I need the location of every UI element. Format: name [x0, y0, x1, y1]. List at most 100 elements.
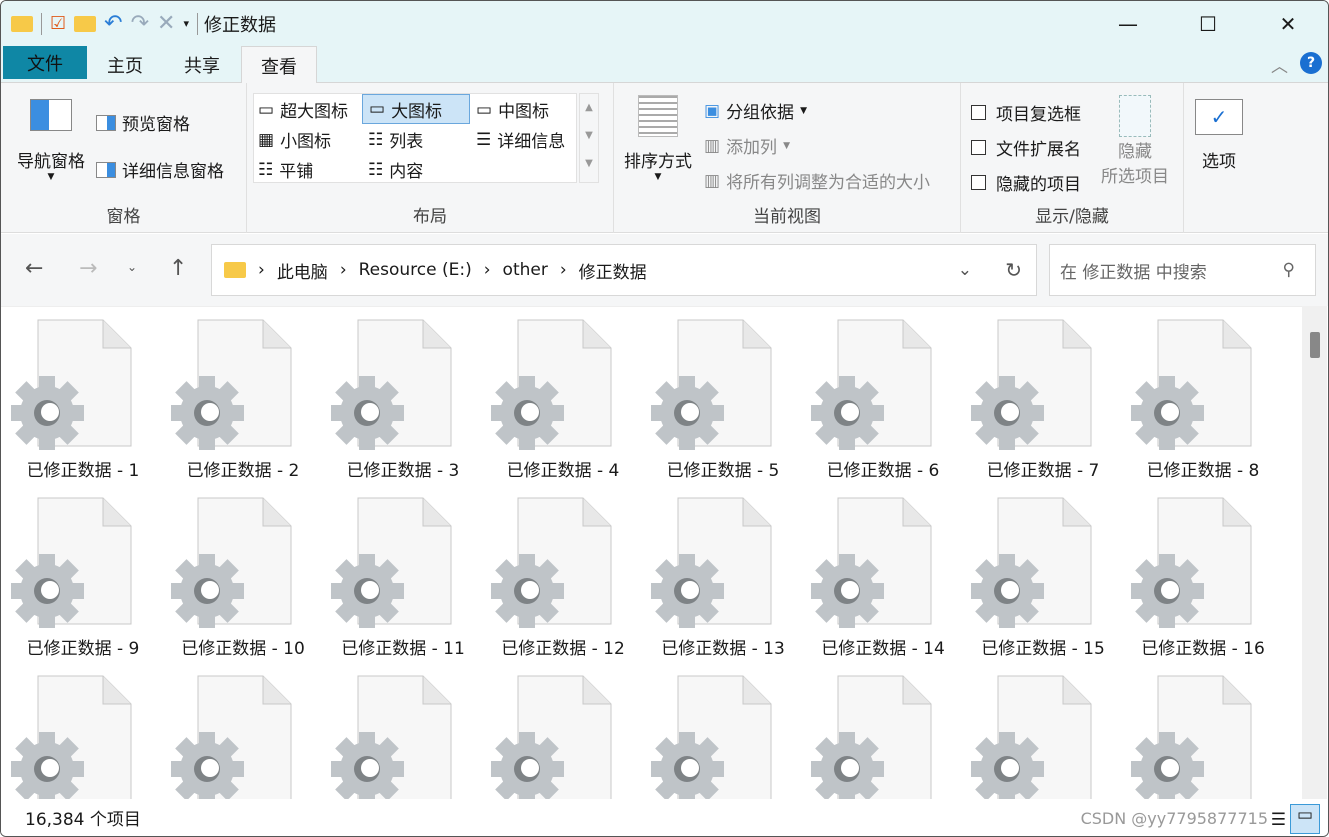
close-button[interactable]: ✕: [1248, 1, 1328, 46]
item-count: 16,384 个项目: [25, 810, 141, 830]
title-bar: ☑ ↶ ↷ ✕ ▾ 修正数据 — ☐ ✕: [1, 1, 1328, 46]
forward-button[interactable]: →: [79, 256, 97, 281]
layout-details[interactable]: ☰ 详细信息: [476, 127, 565, 153]
file-item[interactable]: 已修正数据 - 3: [323, 307, 483, 481]
file-item[interactable]: [803, 655, 963, 801]
collapse-ribbon-icon[interactable]: ︿: [1271, 52, 1288, 77]
navigation-pane-button[interactable]: 导航窗格 ▼: [13, 99, 89, 182]
size-columns-icon: ▥: [704, 170, 721, 191]
layout-gallery-scroll[interactable]: ▲ ▼ ▼: [579, 93, 599, 183]
tiles-icon: ☷: [258, 159, 274, 180]
sort-by-button[interactable]: 排序方式 ▼: [620, 95, 696, 182]
tab-view[interactable]: 查看: [241, 46, 317, 84]
file-item[interactable]: 已修正数据 - 12: [483, 477, 643, 659]
breadcrumb-current[interactable]: 修正数据: [579, 258, 647, 283]
properties-icon[interactable]: ☑: [50, 13, 66, 34]
layout-medium-icons[interactable]: ▭ 中图标: [476, 97, 549, 123]
preview-pane-button[interactable]: 预览窗格: [96, 110, 190, 135]
folder-icon: [224, 262, 246, 278]
recent-locations-button[interactable]: ⌄: [127, 260, 137, 274]
file-item[interactable]: 已修正数据 - 13: [643, 477, 803, 659]
content-icon: ☷: [368, 159, 384, 180]
customize-dropdown-icon[interactable]: ▾: [183, 17, 189, 30]
file-item[interactable]: 已修正数据 - 11: [323, 477, 483, 659]
file-item[interactable]: 已修正数据 - 10: [163, 477, 323, 659]
sort-icon: [638, 95, 678, 137]
back-button[interactable]: ←: [25, 256, 43, 281]
details-view-button[interactable]: ☰: [1271, 810, 1286, 830]
file-item[interactable]: 已修正数据 - 9: [3, 477, 163, 659]
file-item[interactable]: 已修正数据 - 15: [963, 477, 1123, 659]
file-extensions-toggle[interactable]: 文件扩展名: [971, 135, 1081, 160]
file-item[interactable]: 已修正数据 - 14: [803, 477, 963, 659]
list-icon: ☷: [368, 129, 384, 150]
file-item[interactable]: 已修正数据 - 7: [963, 307, 1123, 481]
undo-icon[interactable]: ↶: [104, 11, 122, 36]
address-bar[interactable]: › 此电脑 › Resource (E:) › other › 修正数据 ⌄ ↻: [211, 244, 1037, 296]
tab-file[interactable]: 文件: [3, 46, 87, 79]
minimize-button[interactable]: —: [1088, 1, 1168, 46]
refresh-icon[interactable]: ↻: [1005, 258, 1022, 282]
new-folder-icon[interactable]: [74, 15, 97, 32]
maximize-button[interactable]: ☐: [1168, 1, 1248, 46]
layout-large-icons[interactable]: ▭ 大图标: [362, 94, 470, 124]
file-item[interactable]: 已修正数据 - 6: [803, 307, 963, 481]
file-item[interactable]: [643, 655, 803, 801]
layout-content[interactable]: ☷ 内容: [368, 157, 423, 183]
hidden-items-toggle[interactable]: 隐藏的项目: [971, 170, 1081, 195]
file-item[interactable]: 已修正数据 - 4: [483, 307, 643, 481]
size-all-columns-button[interactable]: ▥ 将所有列调整为合适的大小: [704, 168, 930, 194]
layout-group-label: 布局: [413, 207, 447, 227]
file-item[interactable]: 已修正数据 - 2: [163, 307, 323, 481]
checkbox[interactable]: [971, 105, 986, 120]
tab-home[interactable]: 主页: [87, 46, 163, 83]
layout-list[interactable]: ☷ 列表: [368, 127, 423, 153]
group-by-button[interactable]: ▣ 分组依据 ▼: [704, 98, 807, 124]
address-dropdown-icon[interactable]: ⌄: [958, 260, 972, 280]
file-explorer-window: ☑ ↶ ↷ ✕ ▾ 修正数据 — ☐ ✕ 文件 主页 共享 查看 ︿ ? 导航窗…: [0, 0, 1329, 837]
item-checkboxes-toggle[interactable]: 项目复选框: [971, 100, 1081, 125]
details-pane-button[interactable]: 详细信息窗格: [96, 157, 224, 182]
search-input[interactable]: 在 修正数据 中搜索 ⚲: [1049, 244, 1316, 296]
redo-icon[interactable]: ↷: [131, 11, 149, 36]
breadcrumb-drive[interactable]: Resource (E:): [359, 260, 472, 280]
layout-extra-large-icons[interactable]: ▭ 超大图标: [258, 97, 348, 123]
layout-small-icons[interactable]: ▦ 小图标: [258, 127, 331, 153]
file-item[interactable]: 已修正数据 - 1: [3, 307, 163, 481]
file-item[interactable]: [1123, 655, 1283, 801]
group-by-icon: ▣: [704, 100, 721, 121]
checkbox[interactable]: [971, 175, 986, 190]
large-icons-view-button[interactable]: ▭: [1290, 804, 1320, 834]
file-item[interactable]: 已修正数据 - 5: [643, 307, 803, 481]
layout-tiles[interactable]: ☷ 平铺: [258, 157, 313, 183]
ribbon: 导航窗格 ▼ 预览窗格 详细信息窗格 窗格 ▭ 超大图标 ▭ 大图标 ▭ 中图标 ▦ 小…: [1, 83, 1328, 233]
add-column-button[interactable]: ▥ 添加列 ▼: [704, 133, 790, 159]
file-item[interactable]: [323, 655, 483, 801]
vertical-scrollbar[interactable]: [1302, 306, 1327, 801]
medium-icons-icon: ▭: [476, 99, 493, 120]
up-button[interactable]: ↑: [169, 256, 187, 281]
small-icons-icon: ▦: [258, 129, 275, 150]
hide-selected-icon: [1119, 95, 1151, 137]
file-item[interactable]: 已修正数据 - 16: [1123, 477, 1283, 659]
current-view-group-label: 当前视图: [753, 207, 821, 227]
file-item[interactable]: [483, 655, 643, 801]
file-item[interactable]: [3, 655, 163, 801]
help-icon[interactable]: ?: [1300, 52, 1322, 74]
delete-icon[interactable]: ✕: [157, 11, 175, 36]
navigation-pane-icon: [30, 99, 72, 131]
breadcrumb-this-pc[interactable]: 此电脑: [277, 258, 328, 283]
checkbox[interactable]: [971, 140, 986, 155]
tab-share[interactable]: 共享: [163, 46, 241, 83]
file-item[interactable]: [163, 655, 323, 801]
extra-large-icons-icon: ▭: [258, 99, 275, 120]
search-icon[interactable]: ⚲: [1283, 260, 1295, 280]
navigation-pane-label: 导航窗格: [17, 152, 85, 172]
file-item[interactable]: 已修正数据 - 8: [1123, 307, 1283, 481]
hide-selected-button[interactable]: 隐藏 所选项目: [1095, 95, 1175, 187]
options-button[interactable]: ✓ 选项: [1191, 99, 1247, 172]
scrollbar-thumb[interactable]: [1310, 332, 1320, 358]
file-item[interactable]: [963, 655, 1123, 801]
breadcrumb-other[interactable]: other: [503, 260, 548, 280]
panes-group: 导航窗格 ▼ 预览窗格 详细信息窗格 窗格: [1, 83, 247, 233]
